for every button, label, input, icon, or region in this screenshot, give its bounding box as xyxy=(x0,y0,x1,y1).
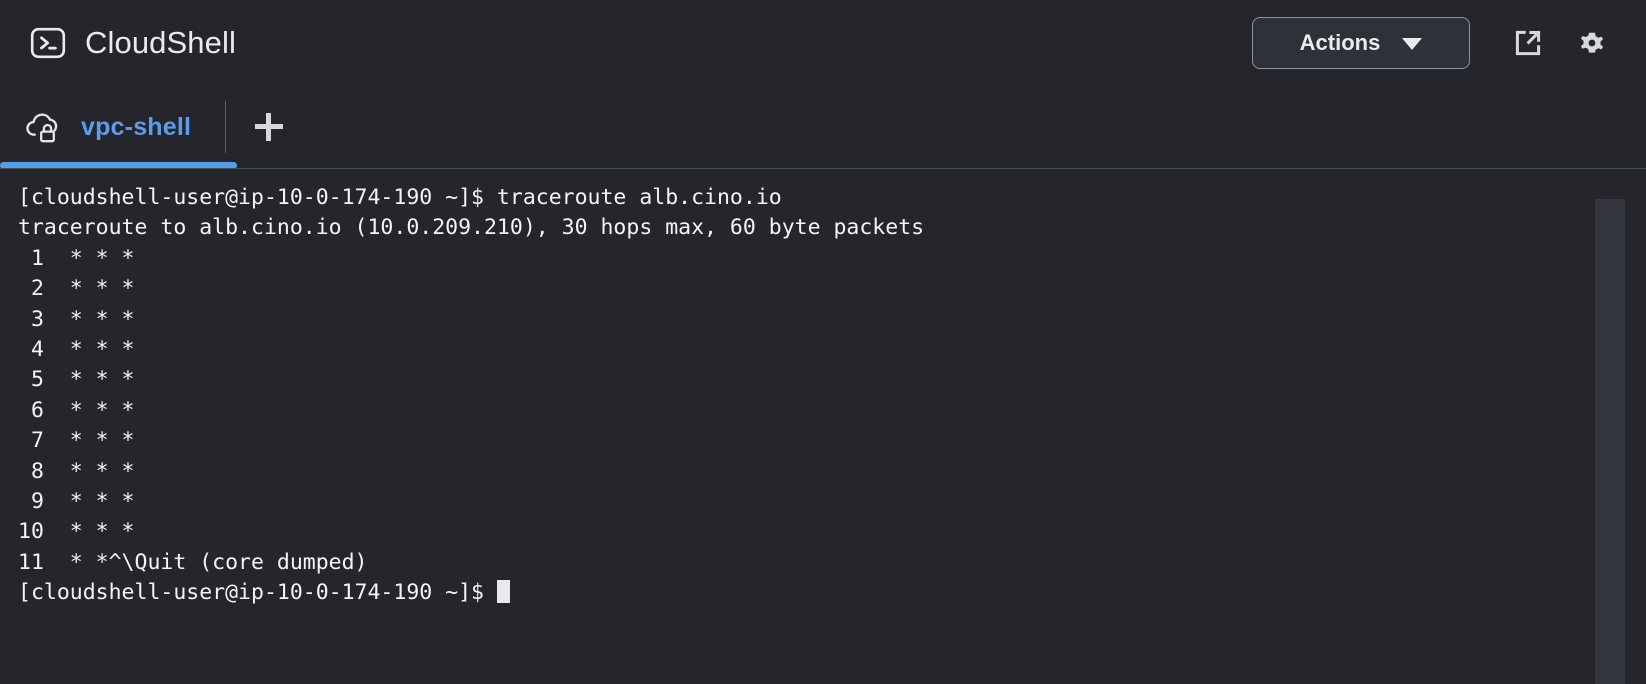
terminal-prompt: [cloudshell-user@ip-10-0-174-190 ~]$ xyxy=(18,580,497,606)
actions-button-label: Actions xyxy=(1299,29,1381,55)
terminal-cursor xyxy=(496,580,510,604)
terminal-line: 2 * * * xyxy=(18,276,135,302)
terminal-line: traceroute to alb.cino.io (10.0.209.210)… xyxy=(18,215,925,241)
header-actions: Actions xyxy=(1252,0,1620,85)
terminal-pane[interactable]: [cloudshell-user@ip-10-0-174-190 ~]$ tra… xyxy=(0,169,1646,684)
app-header: CloudShell Actions xyxy=(0,0,1646,85)
terminal-line: 5 * * * xyxy=(18,367,135,393)
settings-button[interactable] xyxy=(1564,15,1620,71)
terminal-prompt-line: [cloudshell-user@ip-10-0-174-190 ~]$ xyxy=(18,578,1646,608)
terminal-line: 7 * * * xyxy=(18,428,135,454)
terminal-line: 9 * * * xyxy=(18,489,135,515)
actions-button[interactable]: Actions xyxy=(1252,16,1470,69)
terminal-line: 3 * * * xyxy=(18,306,135,332)
terminal-line: 8 * * * xyxy=(18,458,135,484)
terminal-line: 11 * *^\Quit (core dumped) xyxy=(18,549,368,575)
plus-icon xyxy=(255,113,284,141)
terminal-scrollbar-thumb[interactable] xyxy=(1595,199,1625,684)
external-link-icon xyxy=(1511,26,1545,60)
tab-bar: vpc-shell xyxy=(0,85,1646,169)
terminal-line: 1 * * * xyxy=(18,245,135,271)
terminal-line: 10 * * * xyxy=(18,519,135,545)
tab-vpc-shell[interactable]: vpc-shell xyxy=(0,85,225,169)
cloudshell-window: CloudShell Actions vpc-shell [cloudshell… xyxy=(0,0,1646,684)
terminal-output: [cloudshell-user@ip-10-0-174-190 ~]$ tra… xyxy=(18,183,1646,609)
new-tab-button[interactable] xyxy=(226,85,312,169)
terminal-line: 6 * * * xyxy=(18,397,135,423)
page-title: CloudShell xyxy=(85,25,236,60)
chevron-down-icon xyxy=(1402,37,1423,50)
gear-icon xyxy=(1576,27,1608,59)
terminal-line: 4 * * * xyxy=(18,337,135,363)
cloud-lock-icon xyxy=(24,107,64,147)
open-in-new-window-button[interactable] xyxy=(1500,15,1556,71)
terminal-line: [cloudshell-user@ip-10-0-174-190 ~]$ tra… xyxy=(18,185,782,210)
brand: CloudShell xyxy=(30,25,236,61)
cloudshell-terminal-icon xyxy=(30,25,66,61)
tab-label: vpc-shell xyxy=(81,112,192,141)
